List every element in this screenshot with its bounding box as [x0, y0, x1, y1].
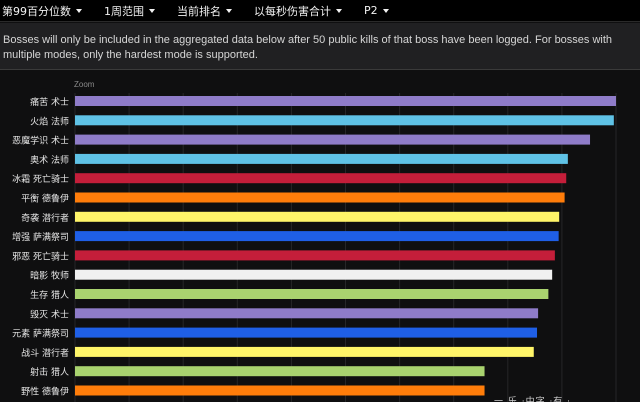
chevron-down-icon [382, 8, 389, 13]
phase-dropdown[interactable]: P2 [364, 4, 389, 17]
category-label: 火焰 法师 [30, 115, 69, 127]
chevron-down-icon [149, 8, 155, 13]
category-label: 增强 萨满祭司 [12, 231, 69, 243]
category-label: 生存 猎人 [30, 289, 69, 301]
chevron-down-icon [226, 8, 232, 13]
chevron-down-icon [76, 8, 82, 13]
bar[interactable] [75, 366, 485, 377]
category-label: 毁灭 术士 [30, 308, 69, 320]
zoom-label[interactable]: Zoom [74, 80, 94, 89]
info-notice: Bosses will only be included in the aggr… [0, 23, 640, 70]
time-range-dropdown[interactable]: 1周范围 [104, 3, 155, 19]
category-label: 奥术 法师 [30, 154, 69, 166]
bar[interactable] [75, 115, 614, 126]
category-label: 战斗 潜行者 [21, 347, 69, 359]
bar[interactable] [75, 289, 549, 299]
metric-dropdown[interactable]: 以每秒伤害合计 [254, 3, 342, 19]
category-label: 野性 德鲁伊 [21, 386, 69, 398]
bar[interactable] [75, 250, 555, 261]
time-range-label: 1周范围 [104, 4, 144, 18]
bar[interactable] [75, 308, 539, 319]
bar[interactable] [75, 211, 560, 222]
bar[interactable] [75, 173, 567, 184]
ranking-label: 当前排名 [177, 4, 221, 18]
category-label: 平衡 德鲁伊 [21, 193, 69, 205]
chart-svg: 痛苦 术士火焰 法师恶魔学识 术士奥术 法师冰霜 死亡骑士平衡 德鲁伊奇袭 潜行… [12, 93, 617, 402]
chevron-down-icon [336, 8, 342, 13]
percentile-dropdown[interactable]: 第99百分位数 [2, 3, 82, 19]
bar[interactable] [75, 269, 553, 280]
category-label: 射击 猎人 [30, 366, 69, 378]
bar[interactable] [75, 385, 485, 396]
category-label: 恶魔学识 术士 [12, 135, 69, 147]
category-label: 冰霜 死亡骑士 [12, 173, 69, 185]
bar[interactable] [75, 134, 591, 145]
bar[interactable] [75, 231, 559, 242]
category-label: 邪恶 死亡骑士 [12, 250, 69, 262]
bar[interactable] [75, 153, 568, 164]
percentile-label: 第99百分位数 [2, 4, 71, 18]
ranking-dropdown[interactable]: 当前排名 [177, 3, 232, 19]
category-label: 奇袭 潜行者 [21, 212, 69, 224]
category-label: 痛苦 术士 [30, 96, 69, 108]
category-label: 暗影 牧师 [30, 270, 69, 282]
top-menu-bar: 第99百分位数 1周范围 当前排名 以每秒伤害合计 P2 [0, 0, 640, 22]
notice-text: Bosses will only be included in the aggr… [3, 34, 613, 61]
metric-label: 以每秒伤害合计 [254, 4, 331, 18]
bar[interactable] [75, 327, 538, 338]
dps-bar-chart: Zoom 痛苦 术士火焰 法师恶魔学识 术士奥术 法师冰霜 死亡骑士平衡 德鲁伊… [0, 71, 640, 402]
bar[interactable] [75, 346, 534, 357]
phase-label: P2 [364, 4, 378, 17]
category-label: 元素 萨满祭司 [12, 328, 69, 340]
bar[interactable] [75, 96, 616, 106]
bar[interactable] [75, 192, 565, 203]
watermark-text: 一 乐 ·中字 ·有 · [494, 397, 572, 402]
